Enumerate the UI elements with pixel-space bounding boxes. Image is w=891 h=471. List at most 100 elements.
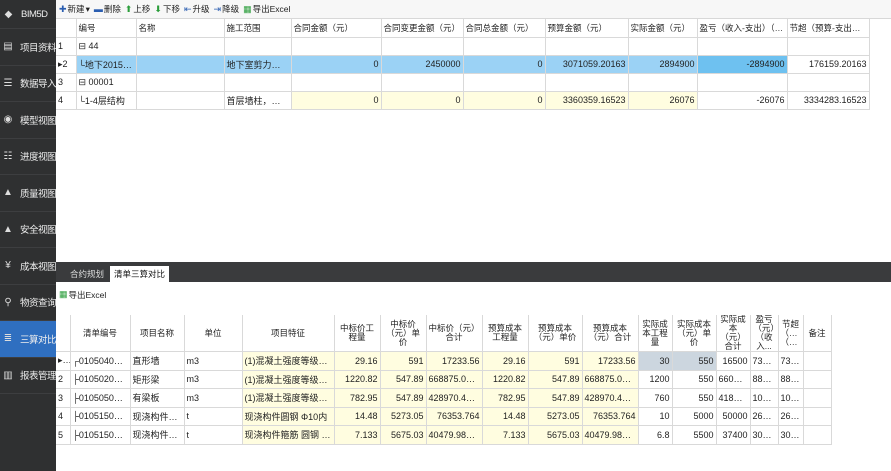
column-header[interactable]: 编号 — [76, 19, 137, 38]
table-cell[interactable]: 5500 — [672, 425, 717, 445]
table-row[interactable]: 1 ⊟ 44 — [56, 37, 870, 56]
table-cell[interactable]: ┌0105040010... — [70, 351, 131, 371]
table-cell[interactable]: 550 — [672, 370, 717, 389]
new-button[interactable]: ✚ 新建 ▾ — [59, 3, 90, 15]
table-cell[interactable]: ├0105020010... — [70, 370, 131, 389]
table-cell[interactable]: 5000 — [672, 407, 717, 426]
table-cell[interactable]: 现浇构件箍筋 圆钢 Φ1... — [242, 425, 335, 445]
table-cell[interactable]: (1)混凝土强度等级C30 — [242, 351, 335, 371]
column-header[interactable]: 名称 — [136, 19, 225, 38]
table-cell[interactable] — [803, 388, 832, 408]
column-header[interactable]: 清单编号 — [70, 315, 131, 352]
table-cell[interactable]: m3 — [184, 370, 243, 389]
table-row[interactable]: 4├0105150010...现浇构件钢筋t现浇构件圆钢 Φ10内14.4852… — [56, 407, 832, 426]
table-cell[interactable] — [697, 37, 788, 56]
table-cell[interactable] — [628, 73, 698, 92]
table-cell[interactable]: 直形墙 — [130, 351, 185, 371]
table-cell[interactable]: 550 — [672, 351, 717, 371]
column-header[interactable]: 备注 — [803, 315, 832, 352]
table-cell[interactable]: 2635.... — [778, 407, 804, 426]
table-cell[interactable] — [787, 37, 870, 56]
table-cell[interactable]: 418000 — [716, 388, 751, 408]
column-header[interactable]: 实际成本（元）单价 — [672, 315, 717, 352]
table-cell[interactable]: 地下室剪力墙柱，梁板钢... — [224, 55, 292, 74]
table-cell[interactable] — [803, 425, 832, 445]
sidebar-item[interactable]: ¥ 成本视图 — [0, 248, 57, 285]
column-header[interactable]: 实际成本工程量 — [638, 315, 673, 352]
table-cell[interactable]: 29.16 — [482, 351, 529, 371]
column-header[interactable]: 合同变更金额（元） — [381, 19, 464, 38]
table-cell[interactable]: m3 — [184, 351, 243, 371]
table-cell[interactable] — [136, 91, 225, 110]
table-cell[interactable] — [136, 55, 225, 74]
table-cell[interactable]: 0 — [381, 91, 464, 110]
delete-button[interactable]: ▬ 删除 — [94, 3, 121, 15]
table-cell[interactable]: 547.89 — [380, 370, 427, 389]
table-cell[interactable]: 3079.... — [778, 425, 804, 445]
column-header[interactable]: 中标价（元）单价 — [380, 315, 427, 352]
table-cell[interactable]: 6.8 — [638, 425, 673, 445]
table-cell[interactable]: 40479.98899 — [582, 425, 639, 445]
table-cell[interactable]: 0 — [463, 91, 546, 110]
move-down-button[interactable]: ⬇ 下移 — [154, 3, 180, 15]
dropdown-icon[interactable]: ▾ — [86, 4, 90, 15]
table-cell[interactable]: (1)混凝土强度等级C30 — [242, 388, 335, 408]
sidebar-item[interactable]: ▲ 安全视图 — [0, 212, 57, 248]
table-cell[interactable]: 660000 — [716, 370, 751, 389]
table-cell[interactable]: 1220.82 — [334, 370, 381, 389]
table-cell[interactable]: 现浇构件钢筋 — [130, 425, 185, 445]
table-cell[interactable]: 16500 — [716, 351, 751, 371]
column-header[interactable]: 施工范围 — [224, 19, 292, 38]
table-cell[interactable]: 782.95 — [334, 388, 381, 408]
table-cell[interactable]: 547.89 — [528, 370, 583, 389]
table-cell[interactable]: ├0105050010... — [70, 388, 131, 408]
table-cell[interactable]: 733.56... — [750, 351, 779, 371]
table-cell[interactable]: 10970.... — [750, 388, 779, 408]
table-cell[interactable] — [697, 73, 788, 92]
table-cell[interactable] — [545, 37, 629, 56]
table-row[interactable]: 2├0105020010...矩形梁m3(1)混凝土强度等级C301220.82… — [56, 370, 832, 389]
table-cell[interactable] — [628, 37, 698, 56]
table-cell[interactable]: (1)混凝土强度等级C30 — [242, 370, 335, 389]
table-cell[interactable]: 0 — [291, 91, 382, 110]
table-cell[interactable]: 5273.05 — [528, 407, 583, 426]
table-cell[interactable]: ⊟ 44 — [76, 37, 137, 56]
table-cell[interactable]: 1097.... — [778, 388, 804, 408]
table-cell[interactable]: 0 — [291, 55, 382, 74]
table-cell[interactable] — [381, 73, 464, 92]
table-cell[interactable]: ├0105150010... — [70, 425, 131, 445]
table-cell[interactable] — [136, 73, 225, 92]
table-cell[interactable]: 1200 — [638, 370, 673, 389]
demote-button[interactable]: ⇥ 降级 — [214, 3, 240, 15]
export-excel-button[interactable]: ▦ 导出Excel — [243, 3, 290, 15]
table-cell[interactable]: 5273.05 — [380, 407, 427, 426]
move-up-button[interactable]: ⬆ 上移 — [125, 3, 151, 15]
table-cell[interactable]: 现浇构件钢筋 — [130, 407, 185, 426]
column-header[interactable]: 节超（元）（预... — [778, 315, 804, 352]
table-cell[interactable]: 50000 — [716, 407, 751, 426]
table-cell[interactable]: -2894900 — [697, 55, 788, 74]
table-cell[interactable] — [463, 37, 546, 56]
column-header[interactable]: 盈亏（收入-支出）（元） — [697, 19, 788, 38]
table-cell[interactable]: 7.133 — [482, 425, 529, 445]
column-header[interactable]: 盈亏（元）（收入... — [750, 315, 779, 352]
table-cell[interactable] — [545, 73, 629, 92]
promote-button[interactable]: ⇤ 升级 — [184, 3, 210, 15]
table-cell[interactable] — [463, 73, 546, 92]
table-cell[interactable]: 8875.0... — [750, 370, 779, 389]
table-cell[interactable]: 10 — [638, 407, 673, 426]
column-header[interactable]: 项目特征 — [242, 315, 335, 352]
table-cell[interactable]: ├0105150010... — [70, 407, 131, 426]
column-header[interactable]: 中标价工程量 — [334, 315, 381, 352]
table-cell[interactable]: -26076 — [697, 91, 788, 110]
table-cell[interactable] — [803, 370, 832, 389]
table-cell[interactable]: m3 — [184, 388, 243, 408]
column-header[interactable]: 项目名称 — [130, 315, 185, 352]
column-header[interactable]: 实际金额（元） — [628, 19, 698, 38]
table-cell[interactable]: 428970.4755 — [582, 388, 639, 408]
table-row[interactable]: ▸1┌0105040010...直形墙m3(1)混凝土强度等级C3029.165… — [56, 351, 832, 371]
sidebar-item[interactable]: ⚲ 物资查询 — [0, 285, 57, 321]
table-cell[interactable]: 76353.764 — [582, 407, 639, 426]
table-cell[interactable] — [787, 73, 870, 92]
tab-three-calc-compare[interactable]: 清单三算对比 — [110, 266, 170, 282]
